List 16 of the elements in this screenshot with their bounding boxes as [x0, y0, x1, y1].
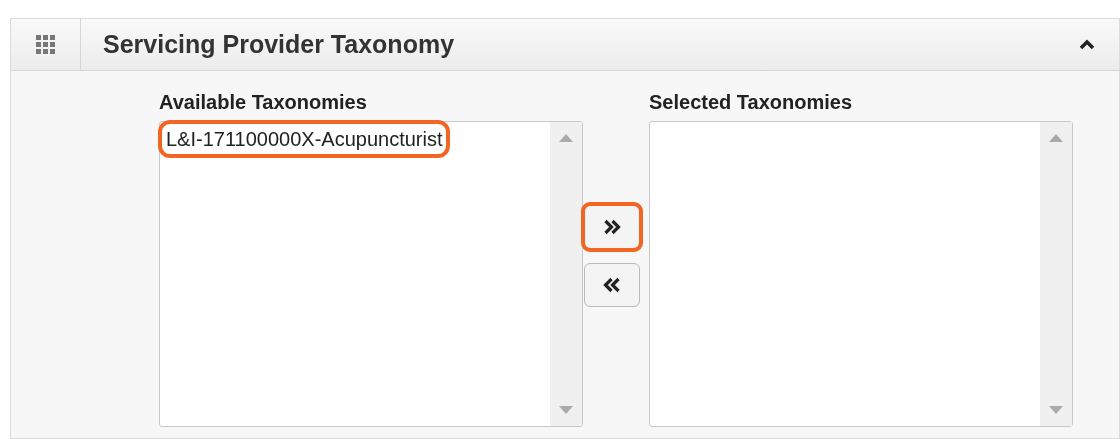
available-listbox[interactable]: L&I-171100000X-Acupuncturist — [159, 121, 583, 427]
grid-icon — [35, 34, 56, 55]
panel-header[interactable]: Servicing Provider Taxonomy — [11, 19, 1119, 71]
collapse-caret-icon[interactable] — [1079, 39, 1095, 50]
scroll-down-icon[interactable] — [559, 406, 573, 414]
scroll-down-icon[interactable] — [1049, 406, 1063, 414]
add-button[interactable] — [584, 205, 640, 249]
remove-button[interactable] — [584, 263, 640, 307]
panel-title: Servicing Provider Taxonomy — [103, 28, 456, 60]
available-label: Available Taxonomies — [159, 90, 368, 115]
scroll-up-icon[interactable] — [1049, 134, 1063, 142]
double-chevron-right-icon — [602, 218, 622, 236]
scroll-up-icon[interactable] — [559, 134, 573, 142]
selected-listbox[interactable] — [649, 121, 1073, 427]
double-chevron-left-icon — [602, 276, 622, 294]
selected-label: Selected Taxonomies — [649, 90, 854, 115]
